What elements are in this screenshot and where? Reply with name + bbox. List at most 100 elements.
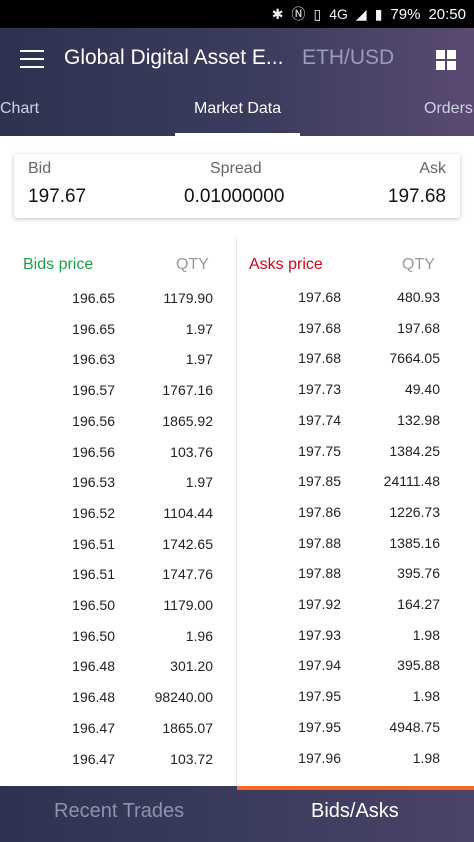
battery-icon: ▮ <box>374 5 383 22</box>
ask-price: 197.95 <box>298 718 341 735</box>
tab-orders[interactable]: Orders <box>424 100 473 118</box>
grid-icon[interactable] <box>436 50 456 70</box>
ask-price: 197.68 <box>298 319 341 336</box>
bid-price: 196.48 <box>72 658 115 675</box>
ask-qty: 24111.48 <box>383 473 440 490</box>
ask-price: 197.96 <box>298 749 341 766</box>
bid-qty: 103.72 <box>170 750 213 767</box>
ask-qty: 7664.05 <box>389 350 440 367</box>
menu-icon[interactable] <box>20 50 44 68</box>
ask-price: 197.94 <box>298 657 341 674</box>
spread-label: Spread <box>210 160 262 177</box>
asks-qty-header: QTY <box>402 256 435 273</box>
bid-price: 196.56 <box>72 443 115 460</box>
bid-qty: 1.97 <box>185 474 213 491</box>
bid-qty: 1.97 <box>185 320 213 337</box>
bid-price: 196.56 <box>72 412 115 429</box>
clock: 20:50 <box>428 5 466 23</box>
bid-price: 196.50 <box>72 627 115 644</box>
bid-qty: 1179.90 <box>163 290 213 306</box>
ask-qty: 197.68 <box>397 319 440 336</box>
ask-qty: 395.76 <box>397 565 440 582</box>
ask-price: 197.86 <box>298 503 341 520</box>
ask-qty: 164.27 <box>397 596 440 612</box>
bid-qty: 1.97 <box>185 351 213 368</box>
ask-qty: 1.98 <box>412 688 440 705</box>
bid-price: 196.53 <box>72 474 115 491</box>
bids-qty-header: QTY <box>176 256 209 273</box>
ask-label: Ask <box>419 160 446 177</box>
ask-qty: 132.98 <box>397 411 440 428</box>
bid-qty: 1767.16 <box>162 382 213 399</box>
ask-price: 197.75 <box>298 442 341 459</box>
book-divider <box>236 238 237 786</box>
ask-price: 197.93 <box>298 626 341 643</box>
tab-recent-trades[interactable]: Recent Trades <box>54 800 184 823</box>
bid-price: 196.65 <box>72 290 115 306</box>
app-header: Global Digital Asset E... ETH/USD Chart … <box>0 28 474 136</box>
bid-price: 196.52 <box>72 504 115 521</box>
bid-qty: 1747.76 <box>162 566 213 583</box>
bid-price: 196.48 <box>72 689 115 706</box>
network-label: 4G <box>329 6 348 22</box>
bottom-tab-bar: Recent Trades Bids/Asks <box>0 786 474 842</box>
ask-qty: 1.98 <box>412 626 440 643</box>
bid-qty: 1865.07 <box>162 719 213 736</box>
bid-price: 196.47 <box>72 719 115 736</box>
bid-qty: 1.96 <box>185 627 213 644</box>
bid-price: 196.51 <box>72 566 115 583</box>
tab-bar: Chart Market Data Orders <box>0 96 474 136</box>
vibrate-icon: ▯ <box>313 5 322 22</box>
signal-icon: ◢ <box>355 5 367 22</box>
ask-qty: 1226.73 <box>389 503 440 520</box>
bid-qty: 1865.92 <box>162 412 213 429</box>
ask-value: 197.68 <box>387 186 446 207</box>
bid-price: 196.50 <box>72 597 115 613</box>
bid-qty: 301.20 <box>170 658 213 675</box>
bid-qty: 103.76 <box>170 443 213 460</box>
bid-qty: 1742.65 <box>162 535 213 552</box>
ask-qty: 49.40 <box>404 381 440 398</box>
ask-price: 197.68 <box>298 289 341 305</box>
bid-qty: 1104.44 <box>163 504 213 521</box>
trading-pair[interactable]: ETH/USD <box>302 46 394 70</box>
spread-value: 0.01000000 <box>184 186 285 207</box>
battery-percent: 79% <box>390 5 421 23</box>
bid-price: 196.65 <box>72 320 115 337</box>
ask-qty: 1.98 <box>412 749 440 766</box>
ask-price: 197.73 <box>298 381 341 398</box>
bid-qty: 1179.00 <box>163 597 213 613</box>
ask-qty: 1385.16 <box>389 534 440 551</box>
bid-price: 196.47 <box>72 750 115 767</box>
bid-price: 196.63 <box>72 351 115 368</box>
ask-price: 197.88 <box>298 565 341 582</box>
bid-qty: 98240.00 <box>154 689 213 706</box>
spread-card: Bid 197.67 Spread 0.01000000 Ask 197.68 <box>14 154 460 218</box>
ask-qty: 1384.25 <box>389 442 440 459</box>
ask-price: 197.68 <box>298 350 341 367</box>
nfc-icon: Ⓝ <box>291 6 306 22</box>
bid-price: 196.51 <box>72 535 115 552</box>
ask-price: 197.95 <box>298 688 341 705</box>
ask-qty: 480.93 <box>397 289 440 305</box>
ask-price: 197.74 <box>298 411 341 428</box>
bluetooth-icon: ✱ <box>271 5 284 22</box>
ask-qty: 4948.75 <box>389 718 440 735</box>
asks-price-header: Asks price <box>249 256 323 273</box>
status-bar: ✱ Ⓝ ▯ 4G ◢ ▮ 79% 20:50 <box>0 0 474 28</box>
exchange-title: Global Digital Asset E... <box>64 46 284 69</box>
tab-market-data[interactable]: Market Data <box>194 100 281 118</box>
order-book[interactable]: Bids price QTY Asks price QTY 196.65 1179… <box>0 238 474 786</box>
tab-bids-asks[interactable]: Bids/Asks <box>311 800 399 823</box>
ask-price: 197.85 <box>298 473 341 490</box>
tab-chart[interactable]: Chart <box>0 100 39 118</box>
bids-price-header: Bids price <box>23 256 94 273</box>
bottom-active-indicator <box>237 786 474 790</box>
ask-price: 197.88 <box>298 534 341 551</box>
bid-price: 196.57 <box>72 382 115 399</box>
bid-label: Bid <box>28 160 52 177</box>
active-tab-indicator <box>175 133 300 136</box>
bid-value: 197.67 <box>28 186 87 207</box>
ask-price: 197.92 <box>298 596 341 612</box>
ask-qty: 395.88 <box>397 657 440 674</box>
